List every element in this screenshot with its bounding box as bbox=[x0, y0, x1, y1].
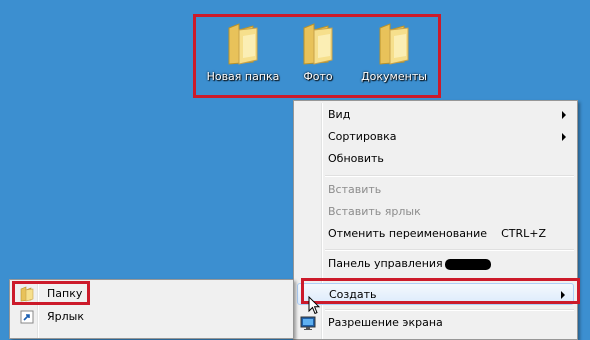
menu-item-label: Панель управления bbox=[328, 253, 491, 275]
folder-highlight-box bbox=[12, 281, 90, 305]
menu-item-view[interactable]: Вид bbox=[297, 104, 574, 126]
menu-item-screen-resolution[interactable]: Разрешение экрана bbox=[297, 312, 574, 334]
menu-item-paste-shortcut[interactable]: Вставить ярлык bbox=[297, 201, 574, 223]
menu-item-sort[interactable]: Сортировка bbox=[297, 126, 574, 148]
mouse-cursor-icon bbox=[308, 296, 320, 315]
menu-item-refresh[interactable]: Обновить bbox=[297, 148, 574, 170]
menu-separator bbox=[325, 309, 574, 311]
desktop[interactable]: { "desktop": { "background_color": "#3c8… bbox=[0, 0, 590, 340]
menu-item-label-text: Панель управления bbox=[328, 257, 443, 270]
menu-item-label: Вставить bbox=[328, 183, 382, 196]
menu-separator bbox=[325, 175, 574, 177]
menu-separator bbox=[325, 249, 574, 251]
submenu-item-label: Ярлык bbox=[47, 310, 84, 323]
menu-item-label: Обновить bbox=[328, 152, 384, 165]
menu-item-paste[interactable]: Вставить bbox=[297, 179, 574, 201]
submenu-arrow-icon bbox=[562, 111, 566, 119]
menu-item-label: Вид bbox=[328, 108, 351, 121]
icons-highlight-box bbox=[193, 14, 441, 98]
menu-item-label: Отменить переименование bbox=[328, 227, 488, 240]
create-highlight-box bbox=[301, 278, 580, 304]
submenu-arrow-icon bbox=[562, 133, 566, 141]
shortcut-icon bbox=[19, 309, 35, 325]
display-icon bbox=[300, 315, 316, 331]
menu-item-control-panel[interactable]: Панель управления bbox=[297, 253, 574, 275]
menu-item-undo-rename[interactable]: Отменить переименование CTRL+Z bbox=[297, 223, 574, 245]
context-menu: Вид Сортировка Обновить Вставить Вставит… bbox=[293, 100, 578, 340]
submenu-item-shortcut[interactable]: Ярлык bbox=[13, 306, 290, 328]
menu-item-shortcut: CTRL+Z bbox=[501, 227, 546, 240]
menu-item-label: Сортировка bbox=[328, 130, 397, 143]
menu-item-label: Вставить ярлык bbox=[328, 205, 421, 218]
redaction-mark bbox=[444, 258, 491, 270]
menu-item-label: Разрешение экрана bbox=[328, 316, 443, 329]
